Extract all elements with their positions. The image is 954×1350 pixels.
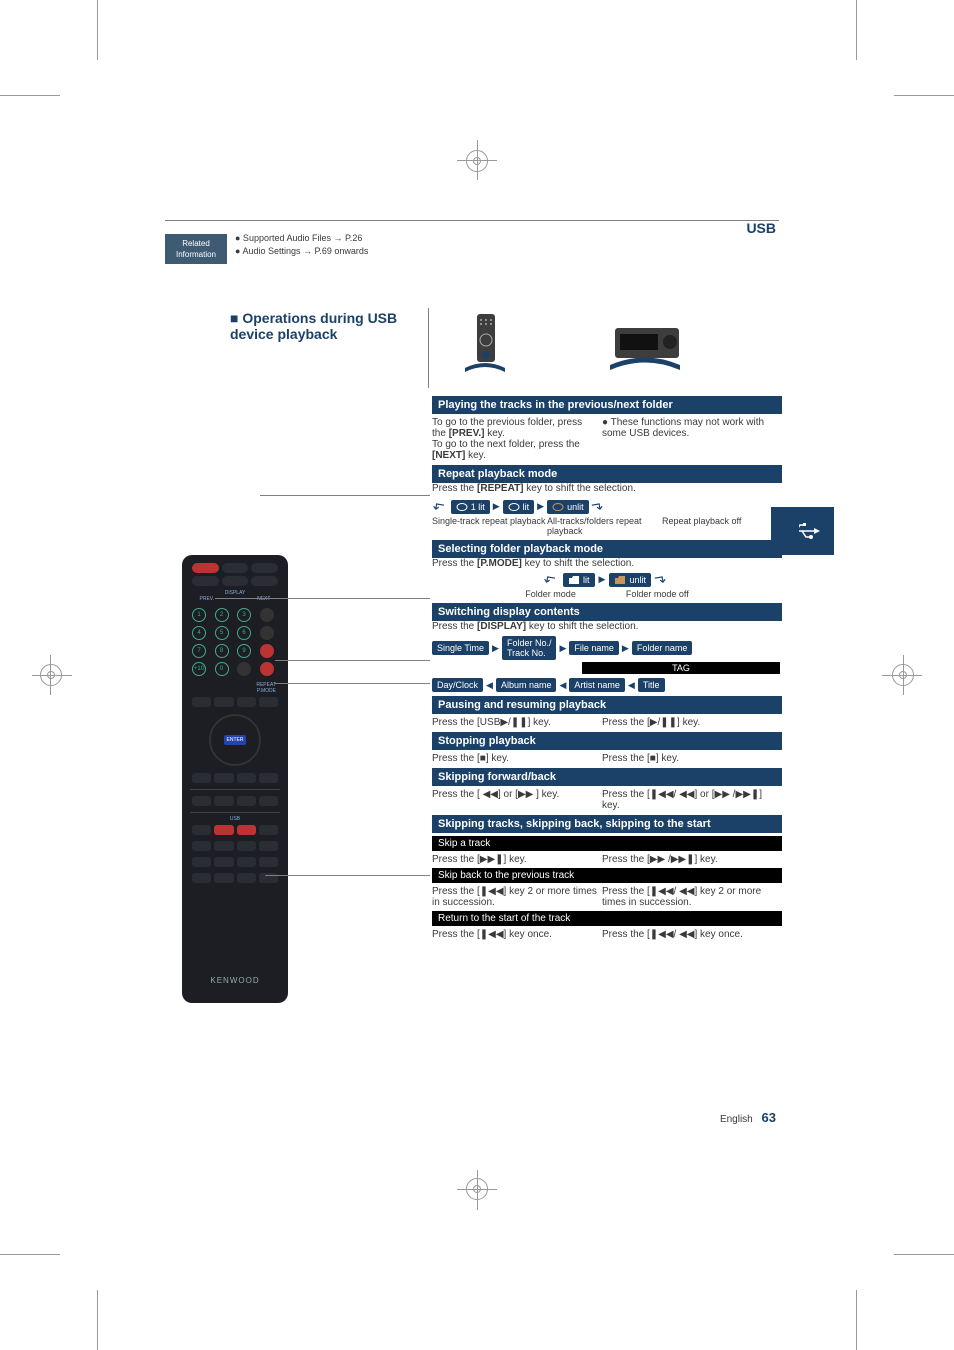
cycle-arrow-icon: ↳	[428, 499, 447, 514]
s6-left: Press the [■] key.	[432, 753, 602, 764]
heading-prev-next: Playing the tracks in the previous/next …	[432, 396, 782, 414]
page-number: 63	[762, 1110, 776, 1125]
heading-folder-mode: Selecting folder playback mode	[432, 540, 782, 558]
s2-cap3: Repeat playback off	[662, 516, 777, 536]
cycle-arrow-icon: ↳	[651, 572, 670, 587]
s7-right: Press the [❚◀◀/ ◀◀] or [▶▶ /▶▶❚] key.	[602, 789, 782, 811]
arrow-icon: ▶	[537, 501, 544, 512]
cycle-arrow-icon: ↳	[588, 499, 607, 514]
folder-ind-2: unlit	[609, 573, 651, 587]
header-rule	[165, 220, 779, 221]
s8-3r: Press the [❚◀◀/ ◀◀] key once.	[602, 929, 782, 940]
remote-illustration: DISPLAY PREV.NEXT 123 456 789 +100 REPEA…	[182, 555, 288, 1003]
disp-dayclock: Day/Clock	[432, 678, 483, 692]
s2-cap2: All-tracks/folders repeat playback	[547, 516, 662, 536]
related-b2: ● Audio Settings → P.69 onwards	[235, 245, 368, 258]
arrow-icon: ◀	[559, 680, 566, 691]
heading-pause: Pausing and resuming playback	[432, 696, 782, 714]
s1-left: To go to the previous folder, press the …	[432, 417, 602, 461]
instructions-column: Playing the tracks in the previous/next …	[432, 392, 782, 940]
cycle-arrow-icon: ↳	[540, 572, 559, 587]
s2-cap1: Single-track repeat playback	[432, 516, 547, 536]
callout-line	[275, 683, 430, 684]
callout-line	[265, 875, 430, 876]
remote-pmode-label: P.MODE	[257, 688, 276, 694]
repeat-ind-1: 1 lit	[451, 500, 490, 514]
footer-lang: English	[720, 1114, 753, 1125]
s8-2l: Press the [❚◀◀] key 2 or more times in s…	[432, 886, 602, 908]
heading-display: Switching display contents	[432, 603, 782, 621]
callout-line	[275, 660, 430, 661]
related-info-box: Related Information	[165, 234, 227, 264]
heading-skip-tracks: Skipping tracks, skipping back, skipping…	[432, 815, 782, 833]
s7-left: Press the [ ◀◀] or [▶▶ ] key.	[432, 789, 602, 800]
sub-return-start: Return to the start of the track	[432, 911, 782, 926]
repeat-ind-2: lit	[503, 500, 535, 514]
arrow-icon: ▶	[599, 574, 606, 585]
s8-1l: Press the [▶▶❚] key.	[432, 854, 602, 865]
s3-cap1: Folder mode	[525, 589, 576, 599]
s8-3l: Press the [❚◀◀] key once.	[432, 929, 602, 940]
arrow-icon: ▶	[622, 643, 629, 654]
related-line2: Information	[176, 250, 216, 259]
s4-instr: Press the [DISPLAY] key to shift the sel…	[432, 621, 782, 632]
disp-foldername: Folder name	[632, 641, 693, 655]
s3-cap2: Folder mode off	[626, 589, 689, 599]
section-divider	[428, 308, 429, 388]
main-unit-icon	[590, 310, 700, 378]
remote-prev-label: PREV.	[200, 596, 215, 602]
arrow-icon: ▶	[493, 501, 500, 512]
arrow-icon: ◀	[628, 680, 635, 691]
s2-instr: Press the [REPEAT] key to shift the sele…	[432, 483, 782, 494]
folder-ind-1: lit	[563, 573, 595, 587]
remote-icon	[455, 310, 515, 378]
callout-line	[215, 598, 430, 599]
repeat-ind-3: unlit	[547, 500, 589, 514]
sub-skip-track: Skip a track	[432, 836, 782, 851]
callout-line	[260, 495, 430, 496]
disp-album: Album name	[496, 678, 557, 692]
disp-folder-track: Folder No./Track No.	[502, 636, 557, 660]
page-footer: English 63	[720, 1110, 776, 1125]
disp-single: Single Time	[432, 641, 489, 655]
s8-2r: Press the [❚◀◀/ ◀◀] key 2 or more times …	[602, 886, 782, 908]
s8-1r: Press the [▶▶ /▶▶❚] key.	[602, 854, 782, 865]
remote-next-label: NEXT	[257, 596, 270, 602]
s1-note: ● These functions may not work with some…	[602, 417, 782, 439]
remote-brand: KENWOOD	[182, 976, 288, 985]
s5-right: Press the [▶/❚❚] key.	[602, 717, 782, 728]
disp-title: Title	[638, 678, 665, 692]
s5-left: Press the [USB▶/❚❚] key.	[432, 717, 602, 728]
heading-stop: Stopping playback	[432, 732, 782, 750]
disp-artist: Artist name	[569, 678, 625, 692]
arrow-icon: ▶	[492, 643, 499, 654]
heading-repeat: Repeat playback mode	[432, 465, 782, 483]
remote-usb-label: USB	[230, 816, 240, 822]
s6-right: Press the [■] key.	[602, 753, 782, 764]
s3-instr: Press the [P.MODE] key to shift the sele…	[432, 558, 782, 569]
arrow-icon: ◀	[486, 680, 493, 691]
section-title: ■ Operations during USB device playback	[230, 310, 420, 342]
disp-file: File name	[569, 641, 619, 655]
header-usb-label: USB	[746, 220, 776, 236]
remote-display-label: DISPLAY	[225, 590, 246, 596]
related-bullets: ● Supported Audio Files → P.26 ● Audio S…	[235, 232, 368, 258]
heading-skip-fb: Skipping forward/back	[432, 768, 782, 786]
arrow-icon: ▶	[559, 643, 566, 654]
tag-label: TAG	[582, 662, 780, 674]
related-b1: ● Supported Audio Files → P.26	[235, 232, 368, 245]
related-line1: Related	[182, 239, 210, 248]
sub-skip-back: Skip back to the previous track	[432, 868, 782, 883]
